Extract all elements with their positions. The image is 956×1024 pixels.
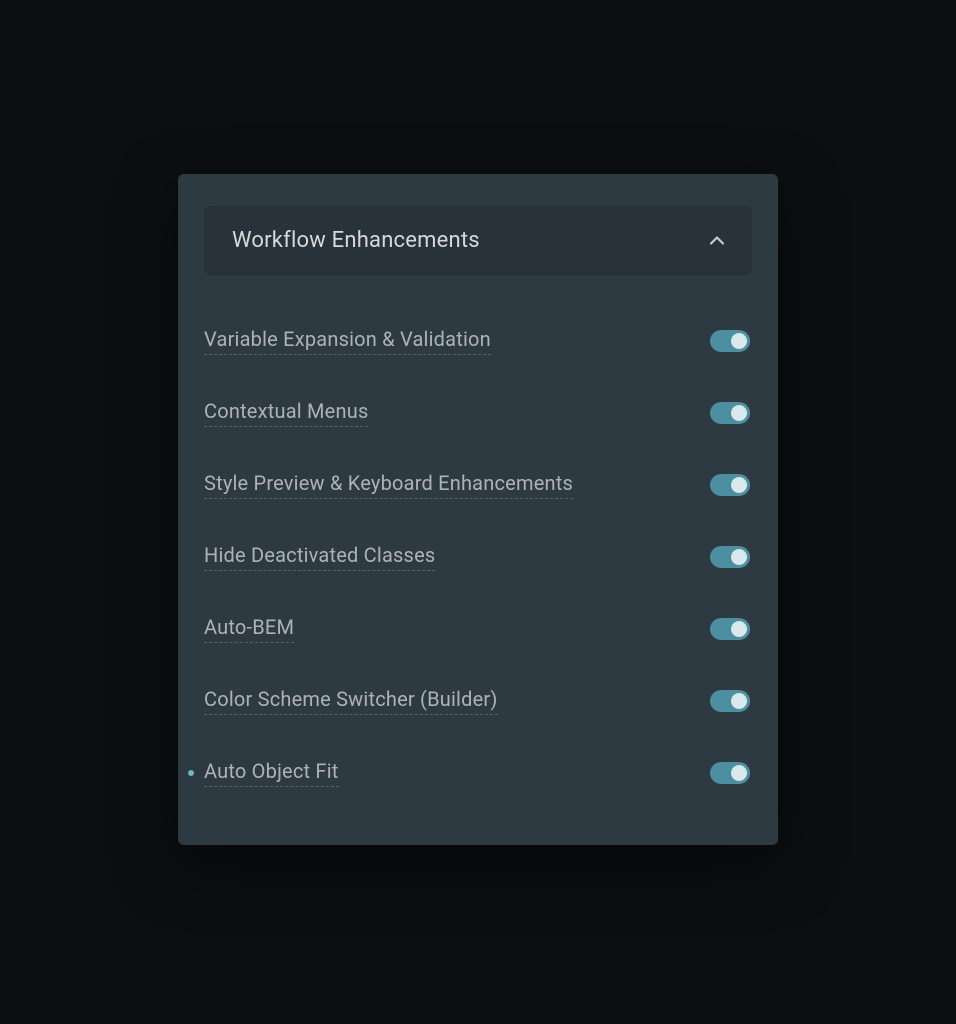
options-list: Variable Expansion & Validation Contextu… <box>204 305 752 809</box>
option-color-scheme-switcher-builder: Color Scheme Switcher (Builder) <box>204 665 752 737</box>
section-header-workflow-enhancements[interactable]: Workflow Enhancements <box>204 206 752 275</box>
toggle-hide-deactivated-classes[interactable] <box>710 546 750 568</box>
toggle-knob <box>731 405 747 421</box>
chevron-up-icon <box>710 234 724 248</box>
toggle-knob <box>731 333 747 349</box>
toggle-knob <box>731 693 747 709</box>
option-hide-deactivated-classes: Hide Deactivated Classes <box>204 521 752 593</box>
settings-panel: Workflow Enhancements Variable Expansion… <box>178 174 778 845</box>
option-label[interactable]: Color Scheme Switcher (Builder) <box>204 687 498 715</box>
toggle-auto-bem[interactable] <box>710 618 750 640</box>
toggle-knob <box>731 477 747 493</box>
option-contextual-menus: Contextual Menus <box>204 377 752 449</box>
option-label[interactable]: Hide Deactivated Classes <box>204 543 435 571</box>
toggle-knob <box>731 765 747 781</box>
toggle-variable-expansion-validation[interactable] <box>710 330 750 352</box>
option-auto-object-fit: Auto Object Fit <box>204 737 752 809</box>
toggle-color-scheme-switcher-builder[interactable] <box>710 690 750 712</box>
option-auto-bem: Auto-BEM <box>204 593 752 665</box>
option-variable-expansion-validation: Variable Expansion & Validation <box>204 305 752 377</box>
toggle-knob <box>731 621 747 637</box>
new-indicator-dot-icon <box>188 770 194 776</box>
toggle-auto-object-fit[interactable] <box>710 762 750 784</box>
option-label[interactable]: Variable Expansion & Validation <box>204 327 491 355</box>
option-style-preview-keyboard-enhancements: Style Preview & Keyboard Enhancements <box>204 449 752 521</box>
option-label[interactable]: Contextual Menus <box>204 399 368 427</box>
toggle-style-preview-keyboard-enhancements[interactable] <box>710 474 750 496</box>
toggle-knob <box>731 549 747 565</box>
option-label[interactable]: Auto Object Fit <box>204 759 339 787</box>
section-title: Workflow Enhancements <box>232 228 480 253</box>
option-label[interactable]: Auto-BEM <box>204 615 294 643</box>
option-label[interactable]: Style Preview & Keyboard Enhancements <box>204 471 573 499</box>
toggle-contextual-menus[interactable] <box>710 402 750 424</box>
